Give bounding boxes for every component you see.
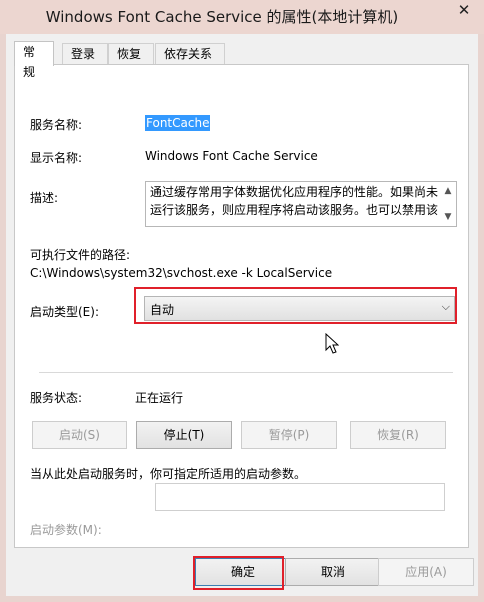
tab-logon[interactable]: 登录 <box>62 43 108 65</box>
general-panel: 服务名称: FontCache 显示名称: Windows Font Cache… <box>14 64 469 548</box>
scroll-down-icon[interactable]: ▼ <box>441 210 455 224</box>
close-icon[interactable]: ✕ <box>444 0 484 22</box>
status-value: 正在运行 <box>135 391 184 405</box>
description-text: 通过缓存常用字体数据优化应用程序的性能。如果尚未运行该服务，则应用程序将启动该服… <box>150 185 438 217</box>
window-title: Windows Font Cache Service 的属性(本地计算机) <box>45 8 399 26</box>
params-hint: 当从此处启动服务时，你可指定所适用的启动参数。 <box>30 467 307 481</box>
apply-button[interactable]: 应用(A) <box>378 558 474 586</box>
tab-dependencies[interactable]: 依存关系 <box>155 43 225 65</box>
path-value: C:\Windows\system32\svchost.exe -k Local… <box>30 266 333 280</box>
dialog-client: 常规 登录 恢复 依存关系 服务名称: FontCache 显示名称: Wind… <box>6 34 478 596</box>
resume-button[interactable]: 恢复(R) <box>350 421 446 449</box>
params-label: 启动参数(M): <box>30 523 102 537</box>
description-label: 描述: <box>30 191 59 205</box>
display-name-label: 显示名称: <box>30 151 83 165</box>
tab-recovery[interactable]: 恢复 <box>108 43 154 65</box>
service-name-value[interactable]: FontCache <box>145 115 211 131</box>
description-box[interactable]: 通过缓存常用字体数据优化应用程序的性能。如果尚未运行该服务，则应用程序将启动该服… <box>145 181 457 227</box>
ok-button[interactable]: 确定 <box>195 558 291 586</box>
mouse-cursor-icon <box>325 333 339 354</box>
pause-button[interactable]: 暂停(P) <box>241 421 337 449</box>
start-button[interactable]: 启动(S) <box>32 421 127 449</box>
tab-general[interactable]: 常规 <box>14 41 54 79</box>
stop-button[interactable]: 停止(T) <box>136 421 232 449</box>
chevron-down-icon: ⌵ <box>441 300 450 313</box>
startup-type-label: 启动类型(E): <box>30 305 99 319</box>
path-label: 可执行文件的路径: <box>30 248 131 262</box>
separator <box>39 372 453 373</box>
startup-type-value: 自动 <box>150 303 175 317</box>
display-name-value[interactable]: Windows Font Cache Service <box>145 149 318 163</box>
title-bar: Windows Font Cache Service 的属性(本地计算机) ✕ <box>0 0 484 34</box>
cancel-button[interactable]: 取消 <box>285 558 381 586</box>
scroll-up-icon[interactable]: ▲ <box>441 184 455 198</box>
startup-params-input[interactable] <box>155 483 445 511</box>
status-label: 服务状态: <box>30 391 83 405</box>
service-name-label: 服务名称: <box>30 118 83 132</box>
startup-type-select[interactable]: 自动 ⌵ <box>144 296 455 321</box>
